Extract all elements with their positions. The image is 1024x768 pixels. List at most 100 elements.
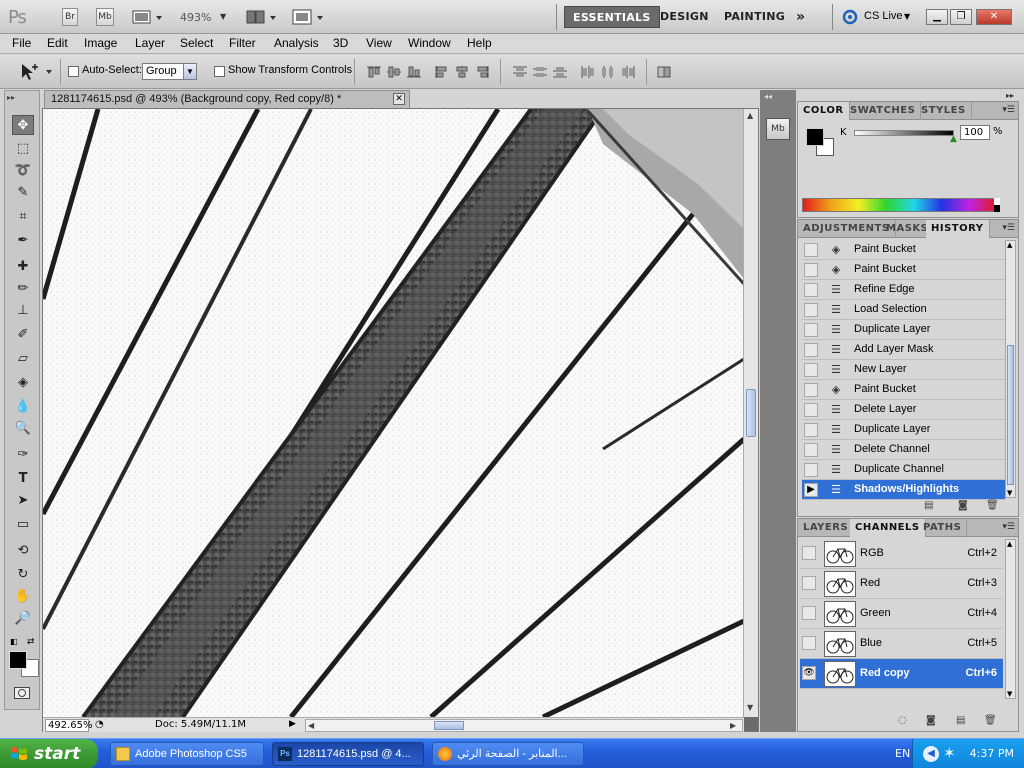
history-state-item[interactable]: ☰ Refine Edge — [802, 280, 1005, 300]
lasso-tool-button[interactable]: ➰ — [12, 161, 34, 181]
new-channel-icon[interactable]: ▤ — [956, 715, 965, 731]
history-state-item[interactable]: ☰ Duplicate Channel — [802, 460, 1005, 480]
zoom-level[interactable]: 493% — [180, 11, 211, 24]
channel-row[interactable]: Green Ctrl+4 — [800, 599, 1003, 629]
mini-bridge-button[interactable]: Mb — [96, 8, 114, 26]
align-top-icon[interactable] — [366, 65, 382, 79]
zoom-field[interactable]: 492.65% — [45, 719, 93, 732]
panel-foreground-swatch[interactable] — [806, 128, 824, 146]
menu-window[interactable]: Window — [408, 36, 451, 50]
scroll-right-icon[interactable]: ▶ — [730, 721, 736, 730]
history-state-item[interactable]: ☰ Delete Channel — [802, 440, 1005, 460]
distribute-right-icon[interactable] — [620, 65, 636, 79]
save-selection-as-channel-icon[interactable]: ◙ — [926, 715, 936, 731]
history-state-item[interactable]: ☰ Duplicate Layer — [802, 320, 1005, 340]
history-state-item[interactable]: ☰ Add Layer Mask — [802, 340, 1005, 360]
scroll-down-icon[interactable]: ▼ — [747, 703, 753, 712]
history-brush-source-box[interactable] — [804, 423, 818, 437]
horizontal-scroll-thumb[interactable] — [434, 721, 464, 730]
delete-channel-icon[interactable]: 🗑 — [984, 715, 997, 731]
history-state-item[interactable]: ◈ Paint Bucket — [802, 260, 1005, 280]
visibility-toggle[interactable] — [802, 576, 816, 590]
default-colors-icon[interactable]: ◧ — [10, 637, 18, 646]
history-scrollbar[interactable]: ▲ ▼ — [1005, 240, 1016, 498]
history-brush-source-box[interactable] — [804, 363, 818, 377]
menu-help[interactable]: Help — [467, 36, 492, 50]
align-bottom-icon[interactable] — [406, 65, 422, 79]
menu-3d[interactable]: 3D — [333, 36, 348, 50]
view-extras-dropdown[interactable] — [132, 9, 164, 25]
history-state-item[interactable]: ☰ New Layer — [802, 360, 1005, 380]
foreground-color-swatch[interactable] — [9, 651, 27, 669]
vertical-scroll-thumb[interactable] — [746, 389, 756, 437]
collapse-panels-icon[interactable]: ▸▸ — [1006, 91, 1014, 100]
screen-mode-button[interactable] — [292, 9, 326, 25]
menu-view[interactable]: View — [366, 36, 392, 50]
history-state-item[interactable]: ◈ Paint Bucket — [802, 240, 1005, 260]
visibility-toggle[interactable] — [802, 606, 816, 620]
tab-styles[interactable]: STYLES — [916, 102, 972, 120]
3d-rotate-tool-button[interactable]: ⟲ — [12, 541, 34, 561]
start-button[interactable]: start — [0, 739, 98, 768]
history-scroll-thumb[interactable] — [1007, 345, 1014, 485]
tab-paths[interactable]: PATHS — [918, 519, 968, 537]
scroll-up-icon[interactable]: ▲ — [1007, 540, 1012, 548]
history-state-item[interactable]: ◈ Paint Bucket — [802, 380, 1005, 400]
channel-row[interactable]: 👁 Red copy Ctrl+6 — [800, 659, 1003, 689]
menu-image[interactable]: Image — [84, 36, 117, 50]
clone-stamp-tool-button[interactable]: ⊥ — [12, 301, 34, 321]
history-state-item[interactable]: ▶ ☰ Shadows/Highlights — [802, 480, 1005, 500]
channels-scrollbar[interactable]: ▲ ▼ — [1005, 539, 1016, 699]
workspace-essentials[interactable]: ESSENTIALS — [564, 6, 660, 28]
rectangle-tool-button[interactable]: ▭ — [12, 515, 34, 535]
bridge-button[interactable]: Br — [62, 8, 78, 26]
distribute-bottom-icon[interactable] — [552, 65, 568, 79]
menu-file[interactable]: File — [12, 36, 31, 50]
mini-bridge-panel-button[interactable]: Mb — [766, 118, 790, 140]
visibility-toggle[interactable] — [802, 636, 816, 650]
history-brush-source-box[interactable] — [804, 463, 818, 477]
taskbar-item-firefox[interactable]: المنابر - الصفحة الرئي... — [432, 742, 584, 766]
history-brush-source-box[interactable] — [804, 283, 818, 297]
distribute-hcenter-icon[interactable] — [600, 65, 616, 79]
align-hcenter-icon[interactable] — [454, 65, 470, 79]
language-indicator[interactable]: EN — [895, 747, 910, 760]
history-state-item[interactable]: ☰ Load Selection — [802, 300, 1005, 320]
scroll-up-icon[interactable]: ▲ — [1007, 241, 1012, 249]
history-brush-source-box[interactable] — [804, 403, 818, 417]
cs-live-button[interactable]: CS Live ▼ — [842, 9, 914, 25]
arrange-documents-button[interactable] — [246, 9, 278, 25]
distribute-vcenter-icon[interactable] — [532, 65, 548, 79]
collapse-tools-icon[interactable]: ▸▸ — [7, 93, 15, 102]
taskbar-item-photoshop-document[interactable]: Ps 1281174615.psd @ 4... — [272, 742, 424, 766]
workspace-design[interactable]: DESIGN — [652, 6, 717, 28]
channel-row[interactable]: Blue Ctrl+5 — [800, 629, 1003, 659]
paint-bucket-tool-button[interactable]: ◈ — [12, 373, 34, 393]
status-arrow-icon[interactable]: ▶ — [289, 719, 296, 729]
blur-tool-button[interactable]: 💧 — [12, 397, 34, 417]
history-brush-source-box[interactable] — [804, 323, 818, 337]
eye-icon[interactable]: 👁 — [802, 666, 816, 680]
zoom-caret-icon[interactable]: ▼ — [220, 12, 226, 21]
history-state-item[interactable]: ☰ Delete Layer — [802, 400, 1005, 420]
workspace-painting[interactable]: PAINTING — [716, 6, 793, 28]
tab-channels[interactable]: CHANNELS — [850, 519, 926, 537]
k-value-field[interactable]: 100 — [960, 125, 990, 140]
history-state-item[interactable]: ☰ Duplicate Layer — [802, 420, 1005, 440]
close-button[interactable]: ✕ — [976, 9, 1012, 25]
scroll-up-icon[interactable]: ▲ — [747, 111, 753, 120]
taskbar-item-photoshop-folder[interactable]: Adobe Photoshop CS5 — [110, 742, 264, 766]
eraser-tool-button[interactable]: ▱ — [12, 349, 34, 369]
show-transform-checkbox[interactable] — [214, 66, 225, 77]
menu-analysis[interactable]: Analysis — [274, 36, 319, 50]
tab-swatches[interactable]: SWATCHES — [845, 102, 922, 120]
ramp-white[interactable] — [994, 198, 1000, 205]
path-selection-tool-button[interactable]: ➤ — [12, 491, 34, 511]
crop-tool-button[interactable]: ⌗ — [12, 207, 34, 227]
history-brush-source-box[interactable] — [804, 303, 818, 317]
channel-row[interactable]: RGB Ctrl+2 — [800, 539, 1003, 569]
scroll-left-icon[interactable]: ◀ — [308, 721, 314, 730]
healing-brush-tool-button[interactable]: ✚ — [12, 257, 34, 277]
menu-edit[interactable]: Edit — [47, 36, 68, 50]
type-tool-button[interactable]: T — [12, 469, 34, 489]
